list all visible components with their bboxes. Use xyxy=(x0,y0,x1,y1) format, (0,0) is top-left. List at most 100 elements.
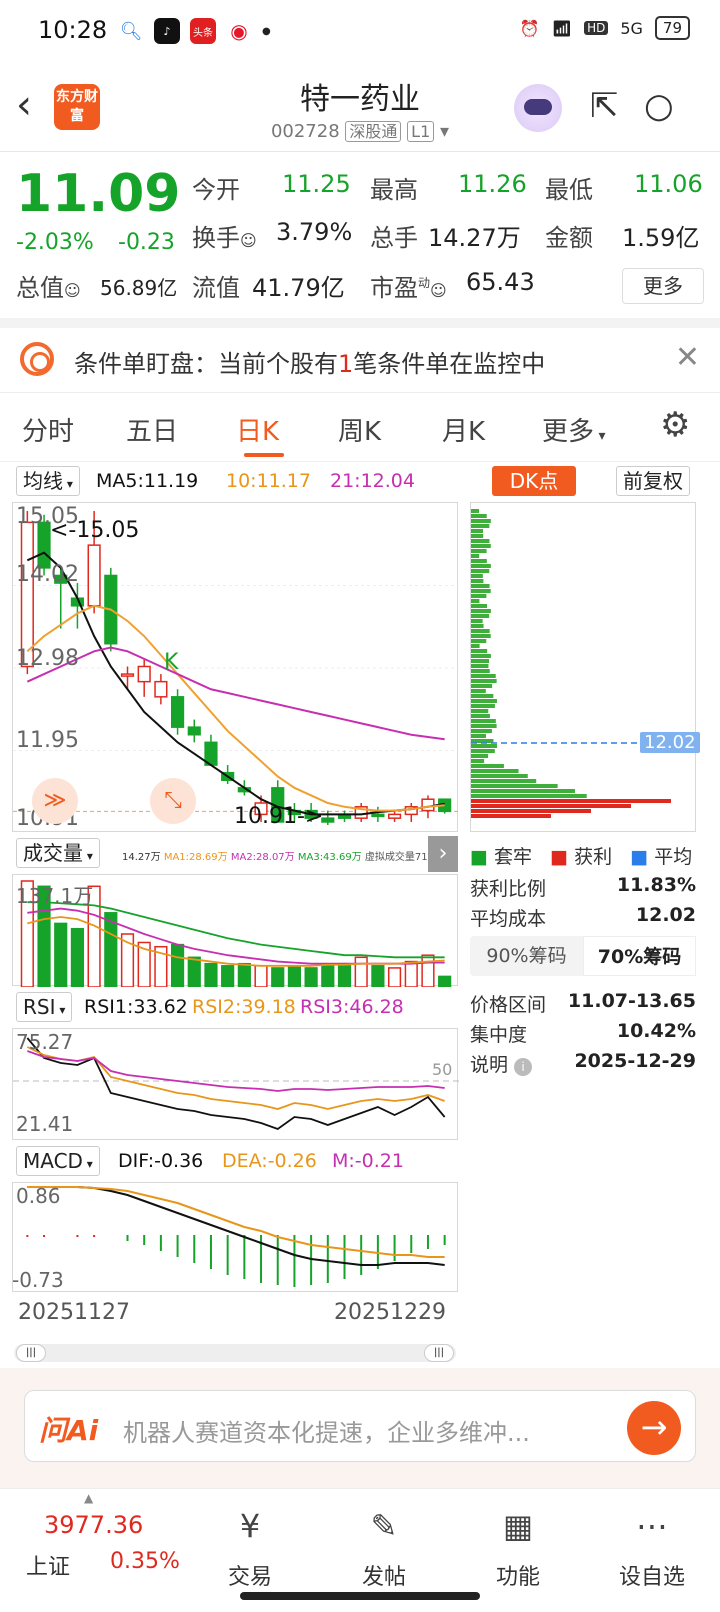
yen-exchange-icon: ¥ xyxy=(239,1507,261,1545)
range-scrollbar[interactable]: ||| ||| xyxy=(14,1344,456,1362)
index-change: 0.35% xyxy=(110,1549,180,1574)
chip-bar xyxy=(471,779,537,783)
status-bar: 10:28 🔍︎ ♪ 头条 ◉ ● ⏰ 📶︎ HD 5G 79 xyxy=(0,0,720,62)
expand-left-icon[interactable]: ≫ xyxy=(32,778,78,824)
rsi-select[interactable]: RSI ▾ xyxy=(16,992,73,1022)
macd-select[interactable]: MACD ▾ xyxy=(16,1146,100,1176)
high-label: 最高 xyxy=(370,176,418,204)
chip-bar xyxy=(471,654,491,658)
macd-ytop: 0.86 xyxy=(16,1184,61,1208)
ai-robot-icon[interactable] xyxy=(514,84,562,132)
mcap-label: 总值☺ xyxy=(16,274,81,302)
chip-bar xyxy=(471,784,558,788)
note-row: 说明 i 2025-12-29 xyxy=(470,1050,696,1076)
tab-more[interactable]: 更多 ▾ xyxy=(542,411,606,448)
chevron-right-icon[interactable]: › xyxy=(428,836,458,872)
chip-range-toggle: 90%筹码 70%筹码 xyxy=(470,936,696,976)
volume-bar xyxy=(237,962,251,988)
candle-body xyxy=(170,696,185,728)
candle-body xyxy=(154,680,168,698)
volume-bar xyxy=(321,965,335,988)
concentration-row: 集中度 10.42% xyxy=(470,1020,696,1046)
candle-body xyxy=(371,813,385,818)
volume-select[interactable]: 成交量 ▾ xyxy=(16,838,100,868)
chip-bar xyxy=(471,639,487,643)
max-annotation: <-15.05 xyxy=(50,518,140,543)
tab-monthly-k[interactable]: 月K xyxy=(442,411,485,448)
grid-icon: ▦ xyxy=(502,1507,534,1545)
rsi-line xyxy=(26,1046,445,1110)
candle-body xyxy=(20,521,34,668)
chip-bar xyxy=(471,589,491,593)
tab-five-day[interactable]: 五日 xyxy=(126,411,178,448)
scroll-handle-left[interactable]: ||| xyxy=(16,1344,46,1362)
chip-bar xyxy=(471,684,493,688)
chip-bar xyxy=(471,644,480,648)
chip-bar xyxy=(471,774,528,778)
chip-bar xyxy=(471,659,490,663)
chip90-option[interactable]: 90%筹码 xyxy=(470,936,583,976)
index-name: 上证 xyxy=(26,1555,71,1580)
price-range-row: 价格区间 11.07-13.65 xyxy=(470,990,696,1016)
volume-bar xyxy=(387,967,402,988)
chip-bar xyxy=(471,549,487,553)
y-label-4: 11.95 xyxy=(16,728,79,753)
nav-functions[interactable]: ▦ 功能 xyxy=(468,1507,568,1591)
kline-svg xyxy=(13,511,459,825)
tab-daily-k[interactable]: 日K xyxy=(236,411,279,448)
chevron-down-icon: ▾ xyxy=(63,477,73,491)
volume-bar xyxy=(421,954,435,988)
min-annotation: 10.91-> xyxy=(234,804,324,829)
change-percent: -2.03% xyxy=(16,230,94,255)
ai-input-box[interactable]: 问Ai 机器人赛道资本化提速，企业多维冲... → xyxy=(24,1390,696,1462)
dk-point-button[interactable]: DK点 xyxy=(492,466,576,496)
chip-bar xyxy=(471,704,495,708)
volume-bar xyxy=(371,965,385,988)
close-icon[interactable]: ✕ xyxy=(675,340,700,375)
ma21-label: 21:12.04 xyxy=(330,470,415,492)
more-circle-icon: ⋯ xyxy=(636,1507,668,1545)
volume-bar xyxy=(54,922,68,988)
chip-bar xyxy=(471,594,487,598)
chip-bar xyxy=(471,599,480,603)
arrow-right-icon[interactable]: → xyxy=(627,1401,681,1455)
ma-indicator-select[interactable]: 均线 ▾ xyxy=(16,466,80,496)
news-app-icon: 头条 xyxy=(190,18,216,44)
fullscreen-icon[interactable]: ⤡ xyxy=(150,778,196,824)
condition-order-banner[interactable]: 条件单盯盘：当前个股有1笔条件单在监控中 ✕ xyxy=(0,328,720,392)
more-quote-button[interactable]: 更多 xyxy=(622,268,704,304)
gear-icon[interactable]: ⚙ xyxy=(660,405,690,445)
nav-post[interactable]: ✎ 发帖 xyxy=(334,1507,434,1591)
notification-icons: 🔍︎ ♪ 头条 ◉ ● xyxy=(118,18,271,44)
chevron-down-icon: ▾ xyxy=(439,121,450,142)
index-value[interactable]: 3977.36 xyxy=(44,1511,143,1539)
chip70-option[interactable]: 70%筹码 xyxy=(583,936,696,976)
candle-body xyxy=(137,665,151,683)
nav-trade[interactable]: ¥ 交易 xyxy=(200,1507,300,1591)
caret-up-icon: ▲ xyxy=(84,1491,94,1505)
nav-add-watchlist[interactable]: ⋯ 设自选 xyxy=(602,1507,702,1591)
quote-panel: 11.09 -2.03% -0.23 今开 11.25 最高 11.26 最低 … xyxy=(0,152,720,318)
search-icon[interactable]: ○ xyxy=(644,86,674,126)
chip-bar xyxy=(471,539,490,543)
volume-bar xyxy=(187,956,201,988)
open-label: 今开 xyxy=(192,176,240,204)
chip-bar xyxy=(471,764,504,768)
alarm-icon: ⏰ xyxy=(519,18,540,38)
chevron-down-icon: ▾ xyxy=(82,1157,93,1171)
float-label: 流值 xyxy=(192,274,240,302)
chip-bar xyxy=(471,609,491,613)
volume-bar xyxy=(221,965,235,988)
info-icon[interactable]: i xyxy=(514,1058,533,1076)
turnover-value: 3.79% xyxy=(276,218,353,246)
chip-bar xyxy=(471,569,490,573)
tab-weekly-k[interactable]: 周K xyxy=(338,411,381,448)
more-dot-icon: ● xyxy=(262,25,271,37)
tab-intraday[interactable]: 分时 xyxy=(22,411,74,448)
chip-bar xyxy=(471,544,491,548)
share-icon[interactable]: ⇱ xyxy=(590,86,619,126)
volume-ymax: 137.1万 xyxy=(16,884,94,908)
adjust-button[interactable]: 前复权 xyxy=(616,466,690,496)
scroll-handle-right[interactable]: ||| xyxy=(424,1344,454,1362)
rsi2-label: RSI2:39.18 xyxy=(192,996,296,1018)
